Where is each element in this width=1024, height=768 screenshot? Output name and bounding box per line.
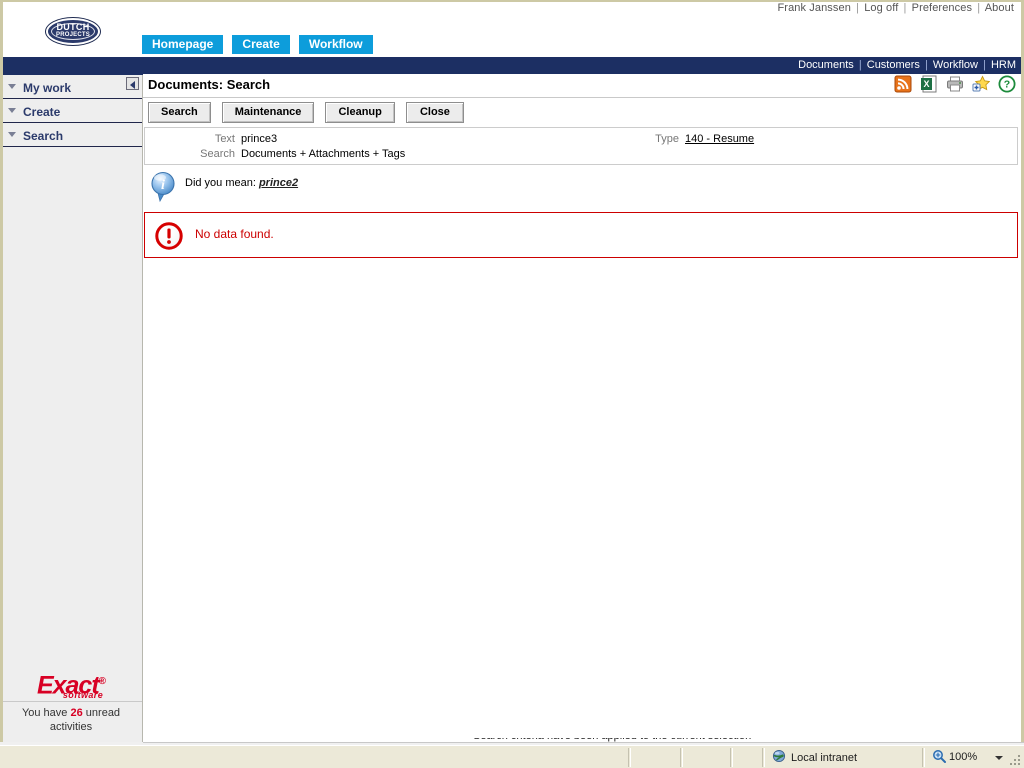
maintenance-button[interactable]: Maintenance bbox=[221, 102, 315, 123]
sidebar-item-label: My work bbox=[23, 80, 72, 95]
exact-software-logo: Exact® software bbox=[0, 670, 142, 704]
chevron-left-icon bbox=[130, 80, 135, 89]
separator: | bbox=[977, 2, 981, 14]
search-scope-label: Search bbox=[200, 148, 235, 160]
about-link[interactable]: About bbox=[985, 2, 1014, 14]
svg-text:?: ? bbox=[1004, 79, 1010, 91]
suggestion-text: Did you mean: prince2 bbox=[185, 177, 298, 189]
svg-text:i: i bbox=[161, 178, 165, 193]
separator: | bbox=[983, 59, 986, 71]
nav-hrm[interactable]: HRM bbox=[991, 59, 1016, 71]
browser-status-bar: Local intranet 100% bbox=[0, 745, 1024, 768]
main-tab-bar: Homepage Create Workflow bbox=[142, 35, 379, 54]
app-header: DUTCH PROJECTS Homepage Create Workflow bbox=[0, 17, 1024, 57]
sidebar-content-area bbox=[0, 147, 142, 669]
chevron-down-icon bbox=[8, 108, 16, 114]
status-segment-divider bbox=[680, 748, 683, 767]
add-favorite-icon[interactable] bbox=[972, 75, 991, 93]
suggestion-prompt: Did you mean: bbox=[185, 177, 256, 189]
print-icon[interactable] bbox=[946, 75, 964, 93]
preferences-link[interactable]: Preferences bbox=[912, 2, 972, 14]
security-zone-indicator[interactable]: Local intranet bbox=[772, 749, 857, 764]
registered-mark: ® bbox=[98, 676, 106, 687]
zoom-level-label: 100% bbox=[949, 751, 978, 763]
chevron-down-icon bbox=[8, 132, 16, 138]
chevron-down-icon bbox=[8, 84, 16, 90]
globe-icon bbox=[772, 749, 787, 764]
sidebar-item-label: Create bbox=[23, 104, 61, 119]
help-icon[interactable]: ? bbox=[998, 75, 1016, 93]
nav-customers[interactable]: Customers bbox=[867, 59, 920, 71]
separator: | bbox=[925, 59, 928, 71]
page-title: Documents: Search bbox=[148, 77, 271, 92]
separator: | bbox=[856, 2, 860, 14]
user-bar: Frank Janssen | Log off | Preferences | … bbox=[0, 0, 1024, 17]
text-label: Text bbox=[214, 133, 235, 145]
info-balloon-icon: i bbox=[149, 171, 179, 203]
chevron-down-icon[interactable] bbox=[995, 756, 1003, 760]
logo-line-1: DUTCH bbox=[56, 22, 90, 32]
separator: | bbox=[858, 59, 862, 71]
page-action-icons: X ? bbox=[889, 75, 1016, 95]
error-exclamation-icon bbox=[155, 222, 183, 250]
criteria-row-search: Search Documents + Attachments + Tags bbox=[145, 147, 605, 162]
dutch-projects-logo: DUTCH PROJECTS bbox=[46, 14, 102, 48]
secondary-nav-bar: Documents | Customers | Workflow | HRM bbox=[0, 57, 1024, 74]
main-content: Documents: Search X ? Search Maintenance… bbox=[143, 74, 1024, 742]
svg-text:X: X bbox=[923, 79, 929, 89]
zoom-level-indicator[interactable]: 100% bbox=[932, 749, 977, 763]
browser-window: Frank Janssen | Log off | Preferences | … bbox=[0, 0, 1024, 768]
separator: | bbox=[903, 2, 907, 14]
did-you-mean-row: i Did you mean: prince2 bbox=[143, 169, 1024, 207]
close-button[interactable]: Close bbox=[405, 102, 464, 123]
page-title-row: Documents: Search X ? bbox=[143, 74, 1024, 98]
nav-documents[interactable]: Documents bbox=[798, 59, 854, 71]
window-frame-left bbox=[0, 0, 3, 742]
log-off-link[interactable]: Log off bbox=[864, 2, 898, 14]
suggestion-term-link[interactable]: prince2 bbox=[259, 177, 298, 189]
security-zone-label: Local intranet bbox=[791, 752, 858, 764]
action-toolbar: Search Maintenance Cleanup Close bbox=[143, 98, 1024, 127]
left-sidebar: My work Create Search Exact® software Yo… bbox=[0, 74, 143, 742]
rss-feed-icon[interactable] bbox=[894, 75, 912, 93]
search-button[interactable]: Search bbox=[148, 102, 211, 123]
resize-grip[interactable] bbox=[1008, 753, 1022, 767]
search-criteria-panel: Text prince3 Search Documents + Attachment… bbox=[144, 127, 1018, 165]
criteria-row-type: Type 140 - Resume bbox=[645, 132, 754, 147]
status-segment-divider bbox=[922, 748, 925, 767]
secondary-nav-links: Documents | Customers | Workflow | HRM bbox=[798, 59, 1016, 71]
type-value-link[interactable]: 140 - Resume bbox=[685, 133, 754, 145]
window-frame-top bbox=[0, 0, 1024, 2]
current-user-name: Frank Janssen bbox=[777, 2, 851, 14]
status-segment-divider bbox=[730, 748, 733, 767]
criteria-row-text: Text prince3 bbox=[145, 132, 605, 147]
excel-export-icon[interactable]: X bbox=[920, 75, 938, 93]
status-segment-divider bbox=[762, 748, 765, 767]
tab-homepage[interactable]: Homepage bbox=[142, 35, 224, 54]
cleanup-button[interactable]: Cleanup bbox=[325, 102, 395, 123]
sidebar-item-create[interactable]: Create bbox=[0, 99, 142, 123]
sidebar-item-search[interactable]: Search bbox=[0, 123, 142, 147]
status-segment-divider bbox=[628, 748, 631, 767]
type-label: Type bbox=[655, 133, 679, 145]
sidebar-collapse-button[interactable] bbox=[126, 77, 139, 90]
tab-create[interactable]: Create bbox=[232, 35, 290, 54]
no-data-message-text: No data found. bbox=[195, 227, 274, 241]
search-scope-value: Documents + Attachments + Tags bbox=[241, 148, 406, 160]
text-value: prince3 bbox=[241, 133, 278, 145]
criteria-left-column: Text prince3 Search Documents + Attachment… bbox=[145, 132, 605, 162]
unread-prefix: You have bbox=[21, 707, 68, 719]
sidebar-item-label: Search bbox=[23, 128, 64, 143]
logo-line-2: PROJECTS bbox=[56, 32, 90, 38]
magnifier-icon bbox=[932, 749, 946, 763]
sidebar-item-my-work[interactable]: My work bbox=[0, 75, 142, 99]
criteria-right-column: Type 140 - Resume bbox=[645, 132, 754, 147]
unread-activities-notice[interactable]: You have 26 unread activities bbox=[0, 701, 142, 734]
unread-count: 26 bbox=[70, 707, 83, 719]
nav-workflow[interactable]: Workflow bbox=[933, 59, 978, 71]
no-data-message-box: No data found. bbox=[144, 212, 1018, 258]
tab-workflow[interactable]: Workflow bbox=[298, 35, 373, 54]
user-links: Frank Janssen | Log off | Preferences | … bbox=[777, 2, 1024, 14]
